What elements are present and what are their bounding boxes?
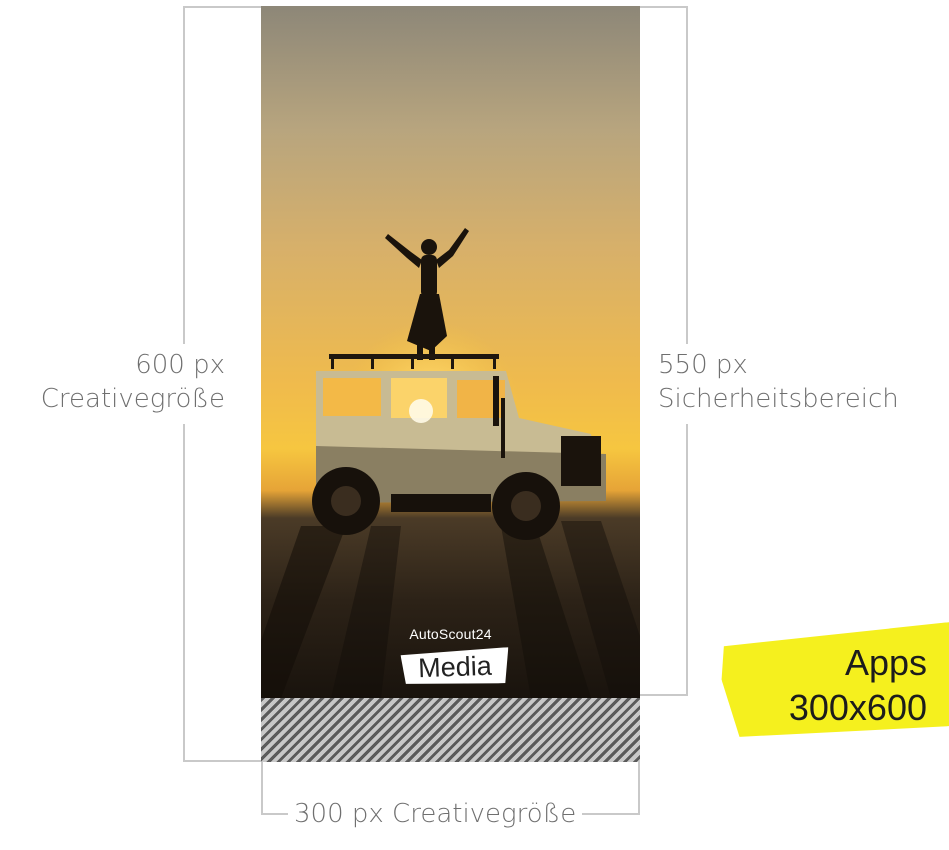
right-bracket-vertical-bottom bbox=[686, 424, 688, 696]
left-bracket-top bbox=[183, 6, 261, 8]
creative-height-label: 600 px Creativegröße bbox=[41, 348, 225, 416]
creative-width-label: 300 px Creativegröße bbox=[288, 797, 583, 831]
bottom-bracket-right bbox=[638, 762, 640, 814]
safe-area-value: 550 px bbox=[658, 350, 748, 380]
safe-area-overlay bbox=[261, 698, 640, 762]
left-bracket-bottom bbox=[183, 760, 261, 762]
jeep-silhouette-illustration bbox=[261, 228, 640, 698]
brand-name-text: AutoScout24 bbox=[409, 626, 492, 642]
creative-height-value: 600 px bbox=[135, 350, 225, 380]
bottom-bracket-left bbox=[261, 762, 263, 814]
left-bracket-vertical-top bbox=[183, 6, 185, 344]
left-bracket-vertical-bottom bbox=[183, 424, 185, 762]
safe-area-label: 550 px Sicherheitsbereich bbox=[658, 348, 899, 416]
format-badge-size: 300x600 bbox=[788, 687, 927, 728]
right-bracket-top bbox=[640, 6, 688, 8]
right-bracket-bottom bbox=[640, 694, 688, 696]
format-badge-title: Apps bbox=[844, 642, 927, 683]
hero-photo bbox=[261, 6, 640, 698]
creative-height-desc: Creativegröße bbox=[40, 384, 225, 414]
right-bracket-vertical-top bbox=[686, 6, 688, 344]
safe-area-desc: Sicherheitsbereich bbox=[658, 384, 899, 414]
creative-preview: AutoScout24 Media bbox=[261, 6, 640, 762]
format-badge: Apps 300x600 bbox=[789, 640, 927, 730]
